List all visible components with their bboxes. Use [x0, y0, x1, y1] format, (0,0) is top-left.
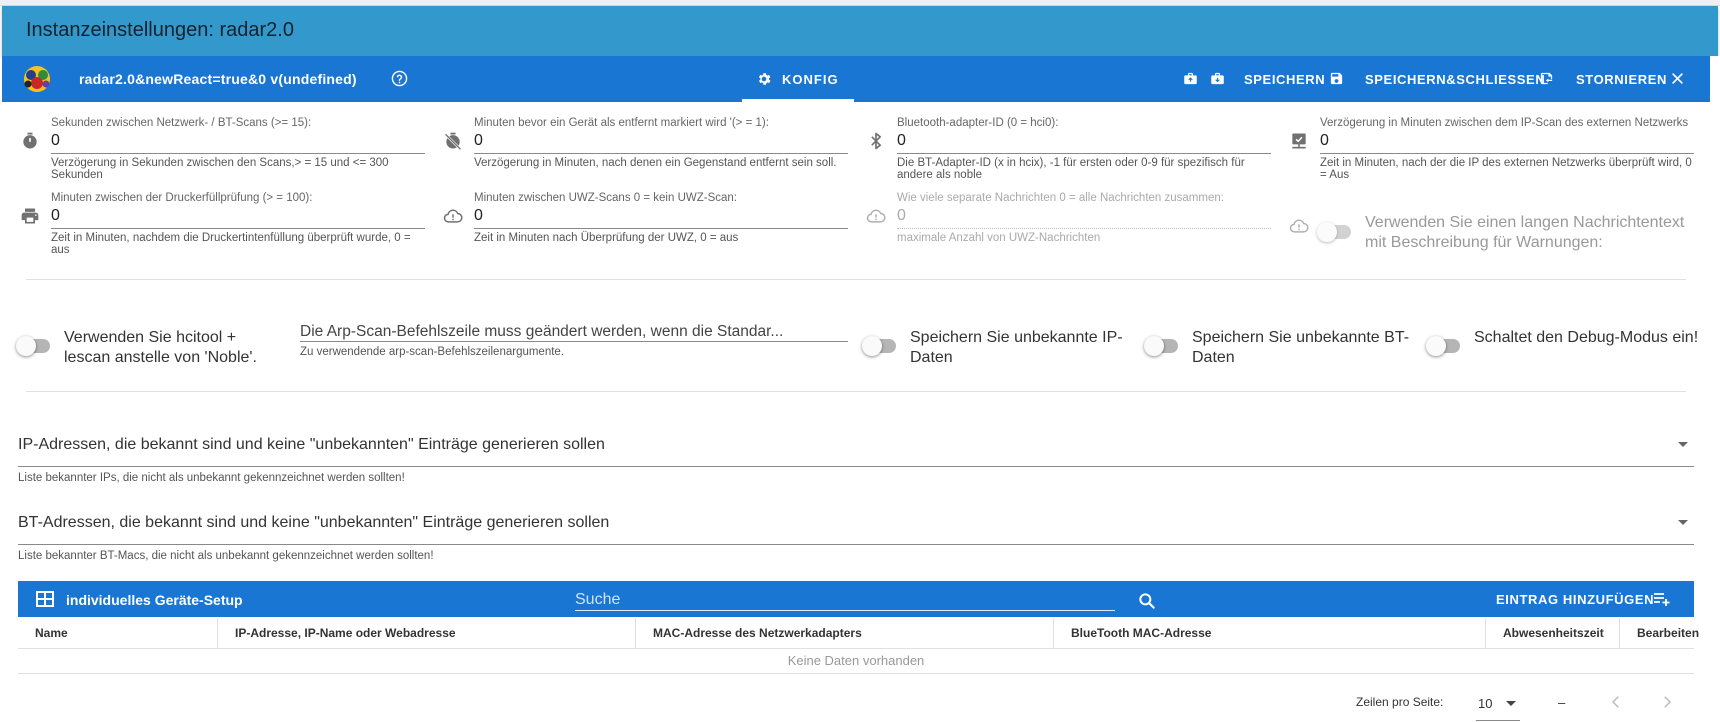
save-and-close-button[interactable]: SPEICHERN&SCHLIESSEN [1365, 72, 1545, 87]
away-minutes-input[interactable]: 0 [474, 132, 483, 150]
gear-icon [758, 73, 771, 85]
previous-page-icon[interactable] [1607, 693, 1625, 711]
chevron-down-icon [1506, 701, 1516, 706]
column-header[interactable]: BlueTooth MAC-Adresse [1054, 618, 1486, 649]
save-close-icon [1540, 72, 1553, 85]
adapter-logo-icon [24, 66, 50, 92]
chevron-down-icon [1678, 442, 1688, 447]
column-header[interactable]: Abwesenheitszeit [1486, 618, 1620, 649]
printer-minutes-input[interactable]: 0 [51, 207, 60, 225]
hcitool-switch-label: Verwenden Sie hcitool + lescan anstelle … [64, 329, 257, 366]
arpscan-input[interactable]: Die Arp-Scan-Befehlszeile muss geändert … [300, 323, 848, 341]
column-header[interactable]: Name [18, 618, 218, 649]
column-header[interactable]: IP-Adresse, IP-Name oder Webadresse [218, 618, 636, 649]
devices-table-toolbar: individuelles Geräte-Setup EINTRAG HINZU… [18, 581, 1694, 617]
table-title: individuelles Geräte-Setup [66, 592, 243, 608]
add-entry-button[interactable]: EINTRAG HINZUFÜGEN [1496, 592, 1654, 607]
timer-off-icon [444, 132, 462, 151]
page-range: – [1558, 695, 1566, 710]
table-header: Name IP-Adresse, IP-Name oder Webadresse… [18, 618, 1700, 649]
page-edge [1710, 56, 1720, 722]
cloud-alert-icon [866, 209, 886, 223]
hcitool-switch[interactable] [16, 336, 52, 356]
empty-table-message: Keine Daten vorhanden [18, 650, 1694, 674]
unknown-ip-switch[interactable] [862, 336, 898, 356]
long-text-switch-label: Verwenden Sie einen langen Nachrichtente… [1365, 214, 1685, 251]
uwz-messages-input: 0 [897, 207, 906, 224]
bluetooth-icon [871, 132, 881, 150]
section-divider [26, 391, 1686, 392]
table-grid-icon [36, 591, 54, 607]
download-config-icon[interactable] [1210, 71, 1225, 86]
save-button[interactable]: SPEICHERN [1244, 72, 1325, 87]
cancel-button[interactable]: STORNIEREN [1576, 72, 1667, 87]
unknown-bt-switch[interactable] [1144, 336, 1180, 356]
debug-switch[interactable] [1426, 336, 1462, 356]
uwz-minutes-input[interactable]: 0 [474, 207, 483, 225]
long-text-switch [1317, 222, 1353, 242]
rows-per-page-select[interactable]: 10 [1476, 693, 1520, 721]
column-header[interactable]: MAC-Adresse des Netzwerkadapters [636, 618, 1054, 649]
upload-config-icon[interactable] [1183, 71, 1198, 86]
unknown-ip-switch-label: Speichern Sie unbekannte IP-Daten [910, 329, 1123, 366]
save-icon [1330, 72, 1343, 85]
debug-switch-label: Schaltet den Debug-Modus ein! [1474, 329, 1699, 346]
playlist-add-icon[interactable] [1654, 592, 1670, 606]
dialog-title: Instanzeinstellungen: radar2.0 [26, 19, 294, 41]
unknown-bt-switch-label: Speichern Sie unbekannte BT-Daten [1192, 329, 1410, 366]
chevron-down-icon [1678, 520, 1688, 525]
tab-konfig[interactable]: KONFIG [742, 56, 854, 102]
help-icon[interactable] [391, 70, 408, 87]
adapter-title: radar2.0&newReact=true&0 v(undefined) [79, 71, 357, 87]
ext-ip-delay-input[interactable]: 0 [1320, 132, 1329, 150]
search-icon[interactable] [1137, 591, 1157, 611]
next-page-icon[interactable] [1658, 693, 1676, 711]
cloud-alert-icon [443, 209, 463, 223]
tab-indicator [742, 99, 854, 102]
table-search [575, 589, 1155, 613]
cloud-alert-icon [1289, 219, 1309, 233]
column-header: Bearbeiten [1637, 626, 1700, 640]
scan-seconds-input[interactable]: 0 [51, 132, 60, 150]
section-divider [26, 279, 1686, 280]
dialog-title-bar: Instanzeinstellungen: radar2.0 [2, 6, 1718, 56]
config-toolbar: radar2.0&newReact=true&0 v(undefined) KO… [2, 56, 1710, 102]
timer-icon [23, 132, 37, 149]
bt-adapter-input[interactable]: 0 [897, 132, 906, 150]
network-icon [1292, 133, 1306, 149]
rows-per-page-label: Zeilen pro Seite: [1356, 695, 1444, 709]
tab-konfig-label: KONFIG [782, 72, 839, 87]
close-icon[interactable] [1670, 71, 1685, 86]
printer-icon [21, 208, 39, 224]
search-input[interactable] [575, 589, 1115, 611]
